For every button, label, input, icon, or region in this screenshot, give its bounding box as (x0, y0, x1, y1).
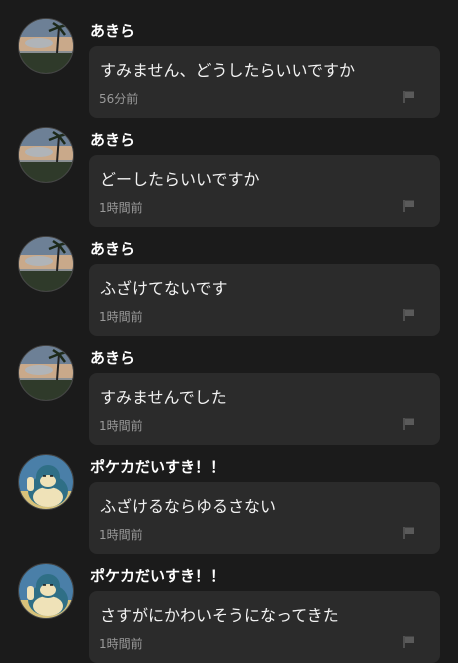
comment-bubble: すみませんでした 1時間前 (89, 373, 440, 445)
flag-icon[interactable] (402, 417, 416, 431)
user-avatar[interactable] (18, 563, 74, 619)
comment-item: ポケカだいすき！！ さすがにかわいそうになってきた 1時間前 (0, 545, 458, 663)
flag-icon[interactable] (402, 308, 416, 322)
username: あきら (90, 349, 136, 367)
user-avatar[interactable] (18, 345, 74, 401)
username: あきら (90, 131, 136, 149)
flag-icon[interactable] (402, 90, 416, 104)
flag-icon[interactable] (402, 635, 416, 649)
comment-timestamp: 56分前 (99, 92, 139, 106)
comment-timestamp: 1時間前 (99, 528, 143, 542)
comment-bubble: すみません、どうしたらいいですか 56分前 (89, 46, 440, 118)
user-avatar[interactable] (18, 18, 74, 74)
user-avatar[interactable] (18, 127, 74, 183)
comment-text: さすがにかわいそうになってきた (100, 606, 339, 625)
sunset-palm-avatar-image (19, 346, 73, 400)
comment-timestamp: 1時間前 (99, 201, 143, 215)
comment-item: あきら ふざけてないです 1時間前 (0, 218, 458, 336)
username: あきら (90, 22, 136, 40)
snorlax-avatar-image (19, 564, 73, 618)
comment-item: ポケカだいすき！！ ふざけるならゆるさない 1時間前 (0, 436, 458, 554)
comment-timestamp: 1時間前 (99, 637, 143, 651)
sunset-palm-avatar-image (19, 19, 73, 73)
sunset-palm-avatar-image (19, 128, 73, 182)
user-avatar[interactable] (18, 454, 74, 510)
comment-text: ふざけてないです (100, 279, 228, 298)
username: あきら (90, 240, 136, 258)
snorlax-avatar-image (19, 455, 73, 509)
comment-bubble: ふざけるならゆるさない 1時間前 (89, 482, 440, 554)
comment-item: あきら すみません、どうしたらいいですか 56分前 (0, 0, 458, 118)
comment-text: どーしたらいいですか (100, 170, 260, 189)
comment-text: すみません、どうしたらいいですか (100, 61, 356, 80)
comment-item: あきら どーしたらいいですか 1時間前 (0, 109, 458, 227)
username: ポケカだいすき！！ (90, 567, 226, 585)
comment-timestamp: 1時間前 (99, 419, 143, 433)
comment-text: ふざけるならゆるさない (100, 497, 277, 516)
flag-icon[interactable] (402, 199, 416, 213)
sunset-palm-avatar-image (19, 237, 73, 291)
comment-bubble: ふざけてないです 1時間前 (89, 264, 440, 336)
comment-feed: あきら すみません、どうしたらいいですか 56分前 あきら どーしたらいいですか… (0, 0, 458, 663)
comment-text: すみませんでした (100, 388, 227, 407)
comment-timestamp: 1時間前 (99, 310, 143, 324)
flag-icon[interactable] (402, 526, 416, 540)
comment-item: あきら すみませんでした 1時間前 (0, 327, 458, 445)
username: ポケカだいすき！！ (90, 458, 226, 476)
comment-bubble: さすがにかわいそうになってきた 1時間前 (89, 591, 440, 663)
comment-bubble: どーしたらいいですか 1時間前 (89, 155, 440, 227)
user-avatar[interactable] (18, 236, 74, 292)
